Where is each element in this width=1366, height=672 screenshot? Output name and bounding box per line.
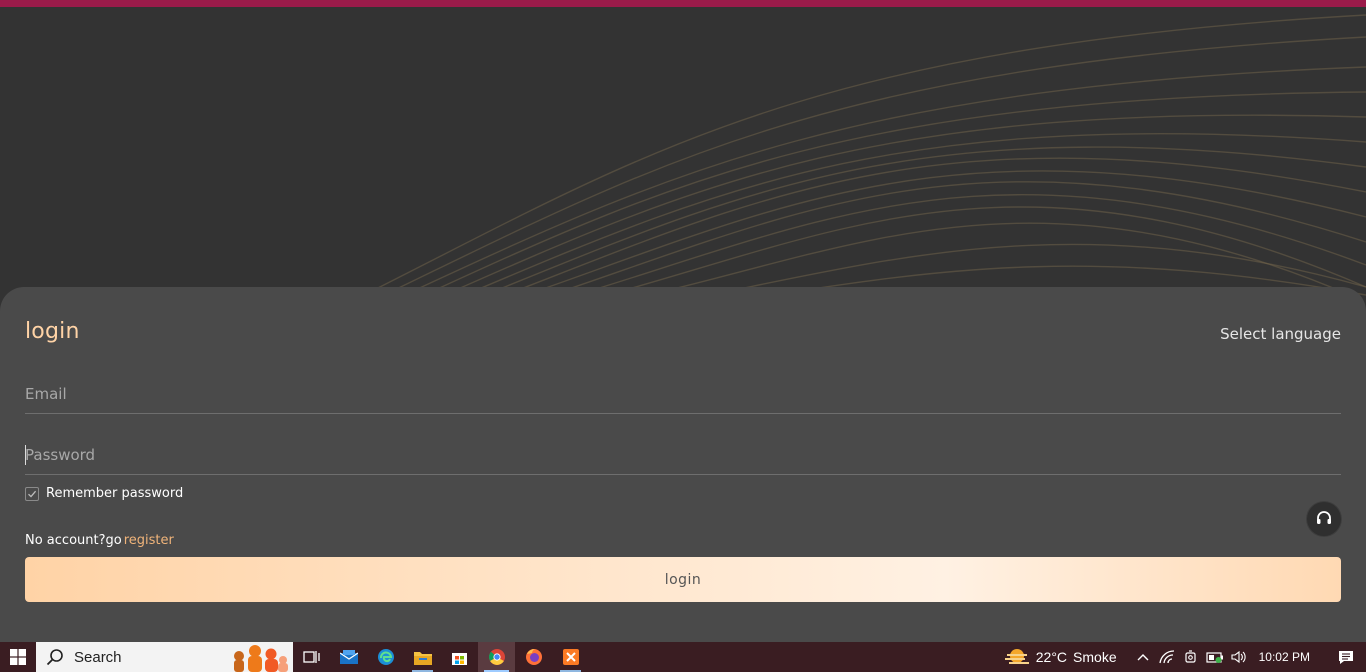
start-button[interactable]	[0, 642, 36, 672]
weather-widget[interactable]: 22°C Smoke	[1004, 647, 1117, 667]
login-button[interactable]: login	[25, 557, 1341, 602]
password-field[interactable]	[25, 436, 1341, 474]
store-icon[interactable]	[441, 642, 478, 672]
system-tray: 22°C Smoke 10:02 PM	[1004, 642, 1366, 672]
login-panel: login Select language Remember password …	[0, 287, 1366, 642]
page-title: login	[25, 319, 80, 344]
xampp-icon[interactable]	[552, 642, 589, 672]
no-account-text: No account?go	[25, 533, 122, 548]
taskbar-clock[interactable]: 10:02 PM	[1259, 650, 1310, 664]
weather-condition: Smoke	[1073, 649, 1117, 665]
select-language-button[interactable]: Select language	[1220, 325, 1341, 343]
task-view-icon[interactable]	[293, 642, 330, 672]
volume-icon[interactable]	[1227, 642, 1251, 672]
background-wave-lines	[359, 14, 1366, 297]
edge-icon[interactable]	[367, 642, 404, 672]
search-highlight-illustration-icon	[234, 645, 288, 672]
remember-password-label: Remember password	[46, 486, 184, 501]
firefox-icon[interactable]	[515, 642, 552, 672]
wifi-icon[interactable]	[1155, 642, 1179, 672]
meet-now-camera-icon[interactable]	[1179, 642, 1203, 672]
register-row: No account?go register	[25, 533, 174, 548]
taskbar-search-box[interactable]: Search	[36, 642, 293, 672]
taskbar-search-text: Search	[74, 648, 122, 666]
remember-password-checkbox[interactable]: Remember password	[25, 486, 183, 501]
battery-charging-icon[interactable]	[1203, 642, 1227, 672]
smoke-weather-icon	[1004, 649, 1029, 664]
chrome-icon[interactable]	[478, 642, 515, 672]
password-field-wrapper	[25, 436, 1341, 475]
notification-center-icon[interactable]	[1326, 642, 1366, 672]
email-field[interactable]	[25, 375, 1341, 413]
top-accent-bar	[0, 0, 1366, 7]
chevron-up-icon[interactable]	[1131, 642, 1155, 672]
headset-icon	[1317, 511, 1331, 524]
search-icon	[46, 649, 63, 666]
mail-icon[interactable]	[330, 642, 367, 672]
text-caret	[25, 445, 26, 465]
windows-taskbar: Search 22°C Smoke 10:02 PM	[0, 642, 1366, 672]
weather-temperature: 22°C	[1035, 649, 1068, 665]
windows-logo-icon	[10, 649, 26, 665]
email-field-wrapper	[25, 375, 1341, 414]
customer-support-button[interactable]	[1307, 502, 1341, 536]
checkbox-checked-icon[interactable]	[25, 486, 39, 501]
file-explorer-icon[interactable]	[404, 642, 441, 672]
register-link[interactable]: register	[124, 533, 174, 548]
